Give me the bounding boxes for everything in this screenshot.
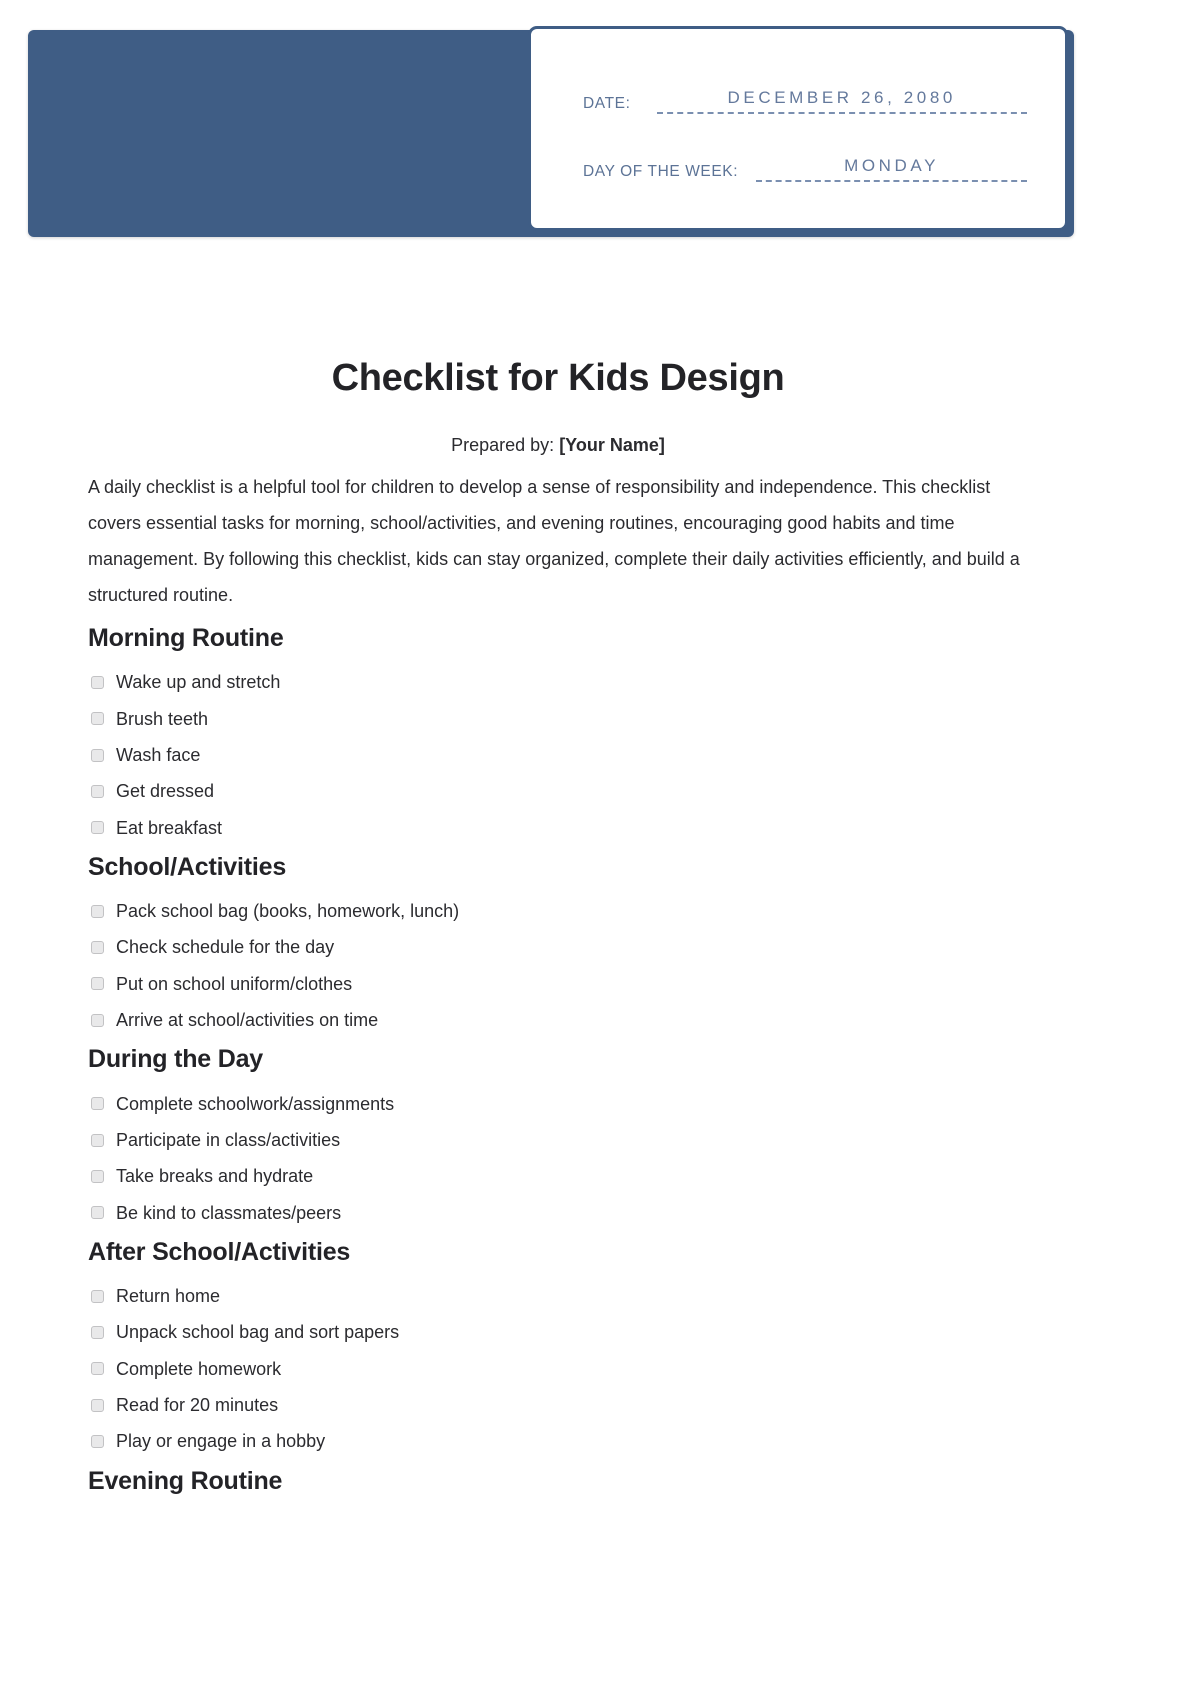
checkbox-icon[interactable] xyxy=(91,904,104,918)
date-row: DATE: DECEMBER 26, 2080 xyxy=(583,89,1027,114)
checkbox-icon[interactable] xyxy=(91,1362,104,1376)
check-item[interactable]: Brush teeth xyxy=(91,707,1028,731)
check-item-label: Brush teeth xyxy=(116,708,209,729)
check-item-label: Participate in class/activities xyxy=(116,1129,341,1150)
check-item-label: Complete homework xyxy=(116,1358,282,1379)
checkbox-icon[interactable] xyxy=(91,1013,104,1027)
checkbox-icon[interactable] xyxy=(91,941,104,955)
checkbox-icon[interactable] xyxy=(91,1434,104,1448)
check-item[interactable]: Eat breakfast xyxy=(91,816,1028,840)
check-item-label: Complete schoolwork/assignments xyxy=(116,1093,395,1114)
prepared-by-name: [Your Name] xyxy=(559,434,665,455)
checkbox-icon[interactable] xyxy=(91,748,104,762)
check-list: Return home Unpack school bag and sort pa… xyxy=(88,1284,1028,1453)
check-item[interactable]: Wash face xyxy=(91,743,1028,767)
check-item-label: Read for 20 minutes xyxy=(116,1394,279,1415)
check-item-label: Return home xyxy=(116,1286,221,1307)
checkbox-icon[interactable] xyxy=(91,1206,104,1220)
checkbox-icon[interactable] xyxy=(91,676,104,690)
check-item[interactable]: Wake up and stretch xyxy=(91,670,1028,694)
header-info-rows: DATE: DECEMBER 26, 2080 DAY OF THE WEEK:… xyxy=(583,89,1027,225)
check-item[interactable]: Be kind to classmates/peers xyxy=(91,1201,1028,1225)
section-heading: Evening Routine xyxy=(88,1466,283,1495)
intro-paragraph: A daily checklist is a helpful tool for … xyxy=(88,477,1020,606)
check-list: Pack school bag (books, homework, lunch)… xyxy=(88,899,1028,1032)
checkbox-icon[interactable] xyxy=(91,712,104,726)
check-item-label: Be kind to classmates/peers xyxy=(116,1202,342,1223)
date-label: DATE: xyxy=(583,94,631,112)
checkbox-icon[interactable] xyxy=(91,821,104,835)
prepared-by-line: Prepared by: [Your Name] xyxy=(88,434,1028,457)
check-item[interactable]: Play or engage in a hobby xyxy=(91,1429,1028,1453)
checklist-sections: Morning Routine Wake up and stretch Brush … xyxy=(88,623,1028,1497)
check-item[interactable]: Pack school bag (books, homework, lunch) xyxy=(91,899,1028,923)
check-item[interactable]: Put on school uniform/clothes xyxy=(91,972,1028,996)
check-item[interactable]: Return home xyxy=(91,1284,1028,1308)
day-of-week-label: DAY OF THE WEEK: xyxy=(583,162,739,180)
check-item-label: Get dressed xyxy=(116,781,215,802)
date-field[interactable]: DECEMBER 26, 2080 xyxy=(656,88,1027,114)
day-of-week-value: MONDAY xyxy=(844,156,940,175)
day-of-week-row: DAY OF THE WEEK: MONDAY xyxy=(583,157,1027,182)
checkbox-icon[interactable] xyxy=(91,1133,104,1147)
checkbox-icon[interactable] xyxy=(91,1289,104,1303)
check-item[interactable]: Get dressed xyxy=(91,779,1028,803)
checkbox-icon[interactable] xyxy=(91,784,104,798)
document-header: DATE: DECEMBER 26, 2080 DAY OF THE WEEK:… xyxy=(0,0,1200,270)
check-item[interactable]: Check schedule for the day xyxy=(91,935,1028,959)
section-heading: After School/Activities xyxy=(88,1237,351,1266)
check-item-label: Wake up and stretch xyxy=(116,672,281,693)
checkbox-icon[interactable] xyxy=(91,1325,104,1339)
check-item-label: Take breaks and hydrate xyxy=(116,1166,314,1187)
checkbox-icon[interactable] xyxy=(91,977,104,991)
check-item[interactable]: Read for 20 minutes xyxy=(91,1393,1028,1417)
check-item[interactable]: Arrive at school/activities on time xyxy=(91,1008,1028,1032)
check-item-label: Unpack school bag and sort papers xyxy=(116,1322,400,1343)
check-item[interactable]: Complete schoolwork/assignments xyxy=(91,1092,1028,1116)
check-item-label: Check schedule for the day xyxy=(116,937,335,958)
check-item[interactable]: Complete homework xyxy=(91,1357,1028,1381)
check-item[interactable]: Unpack school bag and sort papers xyxy=(91,1320,1028,1344)
prepared-by-label: Prepared by: xyxy=(451,434,555,455)
section-heading: Morning Routine xyxy=(88,624,284,653)
check-item-label: Play or engage in a hobby xyxy=(116,1431,326,1452)
check-item-label: Arrive at school/activities on time xyxy=(116,1010,379,1031)
check-list: Complete schoolwork/assignments Participa… xyxy=(88,1092,1028,1225)
header-info-card: DATE: DECEMBER 26, 2080 DAY OF THE WEEK:… xyxy=(528,26,1068,231)
check-item[interactable]: Take breaks and hydrate xyxy=(91,1164,1028,1188)
section-heading: School/Activities xyxy=(88,852,287,881)
day-of-week-field[interactable]: MONDAY xyxy=(756,157,1027,182)
document-body: Checklist for Kids Design Prepared by: [… xyxy=(88,357,1028,1513)
checkbox-icon[interactable] xyxy=(91,1169,104,1183)
check-item-label: Eat breakfast xyxy=(116,817,223,838)
check-item[interactable]: Participate in class/activities xyxy=(91,1128,1028,1152)
check-list: Wake up and stretch Brush teeth Wash face G… xyxy=(88,670,1028,839)
check-item-label: Wash face xyxy=(116,745,201,766)
section-heading: During the Day xyxy=(88,1045,263,1074)
check-item-label: Pack school bag (books, homework, lunch) xyxy=(116,901,460,922)
checkbox-icon[interactable] xyxy=(91,1097,104,1111)
check-item-label: Put on school uniform/clothes xyxy=(116,973,353,994)
page-title: Checklist for Kids Design xyxy=(331,357,785,399)
checkbox-icon[interactable] xyxy=(91,1398,104,1412)
date-value: DECEMBER 26, 2080 xyxy=(727,88,956,107)
